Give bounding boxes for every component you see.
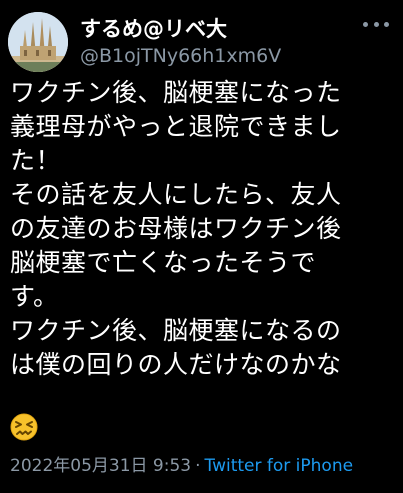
dot-1 xyxy=(363,21,368,27)
timestamp[interactable]: 2022年05月31日 9:53 xyxy=(10,456,191,476)
meta-separator: · xyxy=(195,456,201,476)
display-name[interactable]: するめ@リベ大 xyxy=(80,16,227,42)
church-photo-avatar-icon xyxy=(8,12,68,72)
tweet-text: ワクチン後、脳梗塞になった 義理母がやっと退院できまし た！ その話を友人にした… xyxy=(10,78,342,379)
source-link[interactable]: Twitter for iPhone xyxy=(205,456,354,476)
dot-3 xyxy=(384,21,389,27)
tweet-meta: 2022年05月31日 9:53 · Twitter for iPhone xyxy=(10,455,353,477)
avatar[interactable] xyxy=(8,12,68,72)
more-options-icon[interactable] xyxy=(363,14,389,34)
user-handle[interactable]: @B1ojTNy66h1xm6V xyxy=(80,44,281,68)
dot-2 xyxy=(373,21,379,27)
confounded-face-emoji-icon xyxy=(10,413,38,441)
tweet-card: するめ@リベ大 @B1ojTNy66h1xm6V ワクチン後、脳梗塞になった 義… xyxy=(0,0,403,493)
